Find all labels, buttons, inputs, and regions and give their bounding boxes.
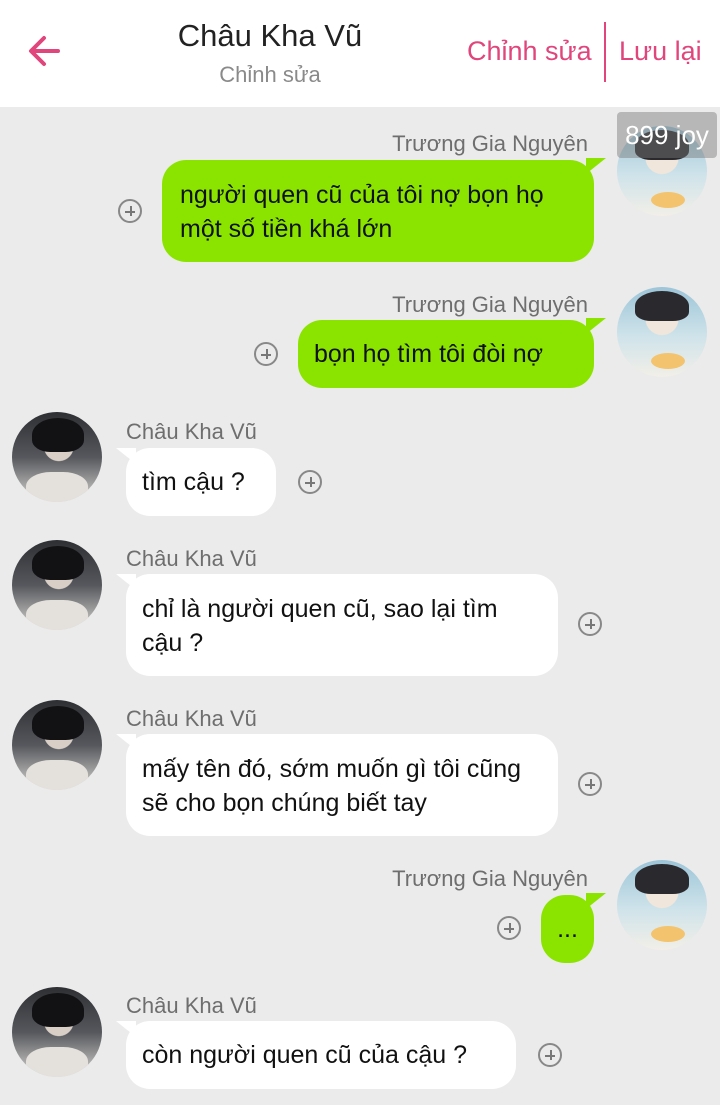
plus-circle-icon[interactable] (538, 1043, 562, 1067)
chat-title: Châu Kha Vũ (177, 18, 363, 53)
avatar[interactable] (617, 287, 707, 377)
bubble-tail (586, 893, 606, 909)
plus-circle-icon[interactable] (298, 470, 322, 494)
message-bubble[interactable]: còn người quen cũ của cậu ? (126, 1021, 516, 1089)
avatar[interactable] (12, 540, 102, 630)
plus-circle-icon[interactable] (578, 612, 602, 636)
sender-name: Châu Kha Vũ (126, 993, 257, 1018)
sender-name: Châu Kha Vũ (126, 419, 257, 444)
message-bubble[interactable]: người quen cũ của tôi nợ bọn họ một số t… (162, 160, 594, 262)
sender-name: Châu Kha Vũ (126, 706, 257, 731)
message-bubble[interactable]: tìm cậu ? (126, 448, 276, 516)
message-bubble[interactable]: chỉ là người quen cũ, sao lại tìm cậu ? (126, 574, 558, 676)
plus-circle-icon[interactable] (497, 916, 521, 940)
message-text: còn người quen cũ của cậu ? (142, 1041, 468, 1069)
edit-button[interactable]: Chỉnh sửa (467, 36, 592, 67)
back-button[interactable] (22, 28, 68, 74)
plus-circle-icon[interactable] (118, 199, 142, 223)
sender-name: Châu Kha Vũ (126, 546, 257, 571)
message-bubble[interactable]: mấy tên đó, sớm muốn gì tôi cũng sẽ cho … (126, 734, 558, 836)
message-text: bọn họ tìm tôi đòi nợ (314, 340, 544, 368)
plus-circle-icon[interactable] (578, 772, 602, 796)
message-text: tìm cậu ? (142, 468, 245, 496)
header-divider (604, 22, 606, 82)
message-text: mấy tên đó, sớm muốn gì tôi cũng sẽ cho … (142, 755, 522, 817)
sender-name: Trương Gia Nguyên (392, 131, 588, 156)
watermark: 899 joy (617, 112, 717, 158)
message-bubble[interactable]: bọn họ tìm tôi đòi nợ (298, 320, 594, 388)
plus-circle-icon[interactable] (254, 342, 278, 366)
sender-name: Trương Gia Nguyên (392, 292, 588, 317)
sender-name: Trương Gia Nguyên (392, 866, 588, 891)
message-text: chỉ là người quen cũ, sao lại tìm cậu ? (142, 595, 498, 657)
avatar[interactable] (12, 412, 102, 502)
avatar[interactable] (617, 860, 707, 950)
message-text: ... (557, 915, 578, 943)
header-bar: Châu Kha Vũ Chỉnh sửa Chỉnh sửa Lưu lại (0, 0, 720, 107)
message-text: người quen cũ của tôi nợ bọn họ một số t… (180, 181, 544, 243)
bubble-tail (586, 318, 606, 334)
avatar[interactable] (12, 987, 102, 1077)
avatar[interactable] (12, 700, 102, 790)
bubble-tail (586, 158, 606, 174)
save-button[interactable]: Lưu lại (619, 36, 702, 67)
arrow-left-icon (29, 36, 60, 66)
chat-subtitle: Chỉnh sửa (219, 62, 321, 87)
